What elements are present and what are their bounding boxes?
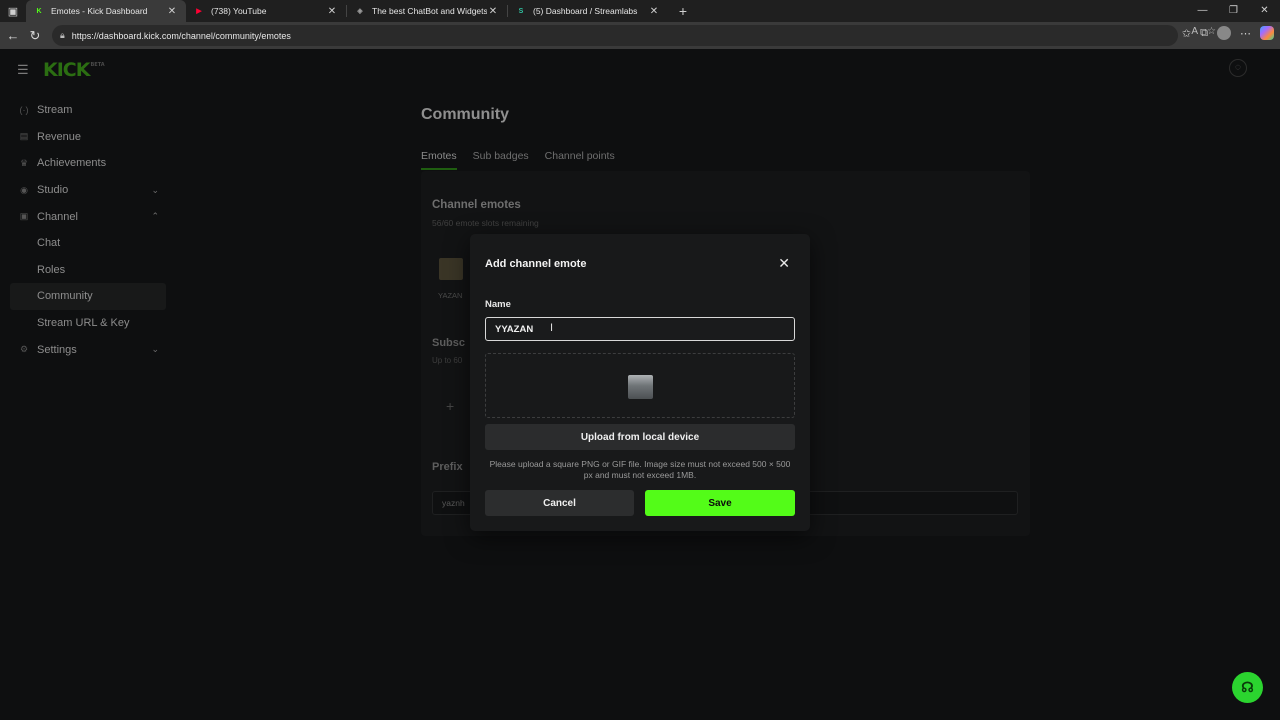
studio-icon: ◉ — [20, 184, 28, 195]
restore-icon[interactable]: ❐ — [1218, 0, 1249, 22]
tab-favicon-icon: ▶ — [196, 8, 202, 15]
address-bar[interactable]: 🔒︎ https://dashboard.kick.com/channel/co… — [52, 25, 1178, 46]
sidebar-item-roles[interactable]: Roles — [10, 257, 166, 284]
browser-toolbar: ← ↻ 🔒︎ https://dashboard.kick.com/channe… — [0, 22, 1280, 49]
subscriber-emotes-sub: Up to 60 — [432, 356, 463, 365]
tab-title: The best ChatBot and Widgets fo — [372, 6, 487, 16]
emote-slots-text: 56/60 emote slots remaining — [432, 218, 539, 228]
profile-avatar[interactable] — [1217, 26, 1231, 40]
browser-tab[interactable]: S (5) Dashboard / Streamlabs ✕ — [508, 0, 668, 22]
tab-close-icon[interactable]: ✕ — [648, 6, 660, 17]
revenue-icon: ▤ — [19, 131, 29, 142]
tab-close-icon[interactable]: ✕ — [487, 6, 499, 17]
community-tabs: Emotes Sub badges Channel points — [421, 150, 615, 170]
tab-emotes[interactable]: Emotes — [421, 150, 457, 170]
menu-icon[interactable]: ☰ — [17, 62, 29, 78]
sidebar-item-label: Settings — [37, 343, 77, 356]
sidebar-item-stream-url-key[interactable]: Stream URL & Key — [10, 310, 166, 337]
page-title: Community — [421, 106, 509, 123]
upload-hint: Please upload a square PNG or GIF file. … — [489, 459, 791, 480]
prefix-value: yaznh — [442, 498, 465, 508]
add-emote-modal: Add channel emote ✕ Name I Upload from l… — [470, 234, 810, 531]
save-button[interactable]: Save — [645, 490, 795, 516]
chevron-down-icon[interactable]: ⌄ — [151, 185, 159, 196]
collections-icon[interactable]: ⧉ — [1200, 27, 1208, 40]
browser-actions: ✩ ⧉ ⋯ — [1182, 26, 1274, 40]
browser-tab-bar: ▣ K Emotes - Kick Dashboard ✕ ▶ (738) YouTub… — [0, 0, 1280, 22]
modal-title: Add channel emote — [485, 258, 587, 270]
sidebar-item-label: Channel — [37, 210, 78, 223]
browser-tab[interactable]: K Emotes - Kick Dashboard ✕ — [26, 0, 186, 22]
emote-thumbnail[interactable] — [439, 258, 463, 280]
minimize-icon[interactable]: — — [1187, 0, 1218, 22]
tab-actions-icon[interactable]: ▣ — [0, 0, 26, 22]
user-avatar[interactable]: ◌ — [1229, 59, 1247, 77]
browser-tab[interactable]: ▶ (738) YouTube ✕ — [186, 0, 346, 22]
tab-title: (738) YouTube — [211, 6, 267, 16]
window-controls: — ❐ ✕ — [1187, 0, 1280, 22]
close-window-icon[interactable]: ✕ — [1249, 0, 1280, 22]
tab-favicon-icon: ◈ — [357, 8, 363, 15]
logo-text: KICK — [43, 59, 90, 81]
upload-button[interactable]: Upload from local device — [485, 424, 795, 450]
sidebar-item-chat[interactable]: Chat — [10, 230, 166, 257]
chevron-down-icon[interactable]: ⌄ — [151, 344, 159, 355]
new-tab-button[interactable]: + — [672, 3, 694, 19]
emote-name-input[interactable] — [485, 317, 795, 341]
tab-title: Emotes - Kick Dashboard — [51, 6, 148, 16]
text-cursor-icon: I — [550, 322, 554, 334]
beta-badge: BETA — [90, 62, 105, 68]
sidebar-item-label: Revenue — [37, 130, 82, 143]
tab-sub-badges[interactable]: Sub badges — [473, 150, 529, 162]
name-label: Name — [485, 299, 511, 310]
tab-favicon-icon: S — [518, 7, 524, 15]
emote-dropzone[interactable] — [485, 353, 795, 418]
channel-emotes-title: Channel emotes — [432, 199, 521, 211]
sidebar-item-stream[interactable]: (·) Stream — [10, 97, 166, 124]
trophy-icon: ♛ — [19, 157, 29, 168]
close-icon[interactable]: ✕ — [778, 255, 790, 271]
gear-icon: ⚙ — [19, 344, 29, 355]
sidebar-item-label: Roles — [37, 263, 66, 276]
sidebar-item-label: Community — [37, 290, 93, 303]
sidebar-item-settings[interactable]: ⚙ Settings ⌄ — [10, 336, 166, 363]
kick-logo[interactable]: KICKBETA — [43, 59, 105, 81]
emote-preview-image — [628, 375, 653, 399]
emote-name: YAZAN — [438, 291, 463, 300]
chevron-up-icon[interactable]: ⌃ — [151, 211, 159, 222]
sidebar-item-label: Studio — [37, 184, 69, 197]
tab-strip: K Emotes - Kick Dashboard ✕ ▶ (738) YouTube ✕… — [26, 0, 668, 22]
sidebar-item-studio[interactable]: ◉ Studio ⌄ — [10, 177, 166, 204]
back-icon[interactable]: ← — [2, 28, 24, 43]
copilot-icon[interactable] — [1260, 26, 1274, 40]
prefix-title: Prefix — [432, 461, 463, 473]
sidebar-nav: (·) Stream ▤ Revenue ♛ Achievements ◉ Studio ⌄ ▣ C… — [10, 97, 166, 363]
sidebar-item-label: Stream URL & Key — [37, 317, 130, 330]
support-chat-button[interactable]: ☊ — [1232, 672, 1263, 703]
headset-icon: ☊ — [1241, 679, 1254, 695]
channel-icon: ▣ — [19, 211, 29, 222]
cancel-button[interactable]: Cancel — [485, 490, 634, 516]
tab-close-icon[interactable]: ✕ — [166, 6, 178, 17]
subscriber-emotes-title: Subsc — [432, 337, 466, 349]
broadcast-icon: (·) — [19, 105, 29, 116]
tab-close-icon[interactable]: ✕ — [326, 6, 338, 17]
sidebar-item-label: Chat — [37, 237, 61, 250]
tab-channel-points[interactable]: Channel points — [545, 150, 615, 162]
lock-icon: 🔒︎ — [60, 30, 65, 40]
sidebar-item-label: Achievements — [37, 157, 107, 170]
tab-favicon-icon: K — [36, 7, 42, 15]
sidebar-item-community[interactable]: Community — [10, 283, 166, 310]
sidebar-item-label: Stream — [37, 104, 73, 117]
refresh-icon[interactable]: ↻ — [24, 28, 46, 44]
favorites-icon[interactable]: ✩ — [1182, 27, 1191, 40]
add-emote-icon[interactable]: + — [446, 398, 454, 414]
tab-title: (5) Dashboard / Streamlabs — [533, 6, 638, 16]
url-text: https://dashboard.kick.com/channel/commu… — [71, 30, 291, 41]
sidebar-item-revenue[interactable]: ▤ Revenue — [10, 124, 166, 151]
sidebar-item-achievements[interactable]: ♛ Achievements — [10, 150, 166, 177]
sidebar-item-channel[interactable]: ▣ Channel ⌃ — [10, 203, 166, 230]
browser-tab[interactable]: ◈ The best ChatBot and Widgets fo ✕ — [347, 0, 507, 22]
more-menu-icon[interactable]: ⋯ — [1240, 27, 1251, 40]
